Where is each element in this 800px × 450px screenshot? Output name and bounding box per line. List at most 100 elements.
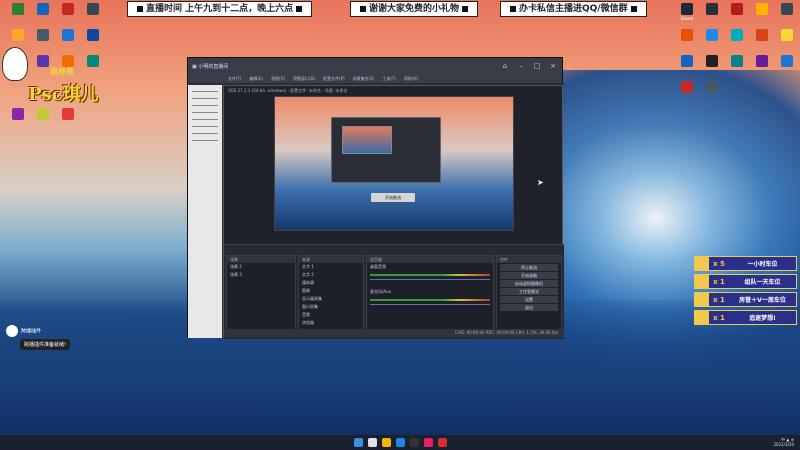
app-icon [706, 55, 718, 67]
banner-contact: 办卡私信主播进QQ/微信群 [500, 1, 647, 17]
banner-thanks: 谢谢大家免费的小礼物 [350, 1, 479, 17]
mixer-title: 混音器 [367, 256, 493, 263]
app-icon [37, 55, 49, 67]
controls-title: 控件 [497, 256, 561, 263]
start-stream-button[interactable]: 开始推流 [371, 193, 415, 202]
obs-menubar: 文件(F) 编辑(E) 视图(V) 停靠窗口(D) 配置文件(P) 场景集合(S… [188, 74, 562, 83]
nested-preview [331, 117, 441, 183]
task-row: x 5 一小时车位 [694, 256, 797, 271]
status-bar: LIVE: 00:00:00 REC: 00:00:00 CPU: 1.5%, … [224, 329, 564, 337]
home-icon[interactable]: ⌂ [500, 61, 510, 71]
source-item[interactable]: 窗口采集 [299, 303, 363, 311]
task-row: x 1 组队一天车位 [694, 274, 797, 289]
desktop-shortcut-icon[interactable] [53, 108, 83, 121]
app-icon [12, 29, 24, 41]
avatar [6, 325, 18, 337]
app-icon [87, 55, 99, 67]
task-count: x 1 [713, 295, 725, 304]
volume-slider[interactable] [370, 304, 490, 305]
taskbar: 中 ▲ ⊕ 2022/3/20 [0, 435, 800, 450]
obs-icon[interactable] [409, 438, 419, 447]
desktop-shortcut-icon[interactable] [78, 3, 108, 16]
source-item[interactable]: 浏览器 [299, 319, 363, 327]
obs-main: OBS 27.2.3 (64-bit, windows) - 配置文件: 未命名… [223, 85, 564, 339]
logo-subtitle: 雨林兽 [50, 67, 74, 76]
menu-profile[interactable]: 配置文件(P) [323, 76, 345, 82]
task-name: 一小时车位 [747, 261, 778, 268]
obs-window[interactable]: ▣ 小明的直播间 ⌂ – □ × 文件(F) 编辑(E) 视图(V) 停靠窗口(… [187, 57, 564, 339]
source-item[interactable]: 音频 [299, 311, 363, 319]
start-icon[interactable] [353, 438, 363, 447]
app-icon [756, 29, 768, 41]
desktop-shortcut-icon[interactable] [772, 29, 800, 42]
desktop-shortcut-icon[interactable] [78, 55, 108, 68]
sources-list: 文字 1 文字 2 媒体源 图像 显示器采集 窗口采集 音频 浏览器 [299, 263, 363, 327]
audio-meter [370, 274, 490, 276]
source-item[interactable]: 图像 [299, 287, 363, 295]
app-icon [87, 29, 99, 41]
task-count: x 1 [713, 277, 725, 286]
app-icon [706, 81, 718, 93]
source-item[interactable]: 文字 2 [299, 271, 363, 279]
source-item[interactable]: 显示器采集 [299, 295, 363, 303]
chat-overlay: 跨播插件 跨播插件准备就绪! [6, 325, 71, 350]
app-icon [706, 3, 718, 15]
stream-preview[interactable]: 开始推流 [274, 96, 514, 231]
maximize-button[interactable]: □ [532, 61, 542, 71]
control-button[interactable]: 启动虚拟摄像机 [500, 280, 558, 287]
control-button[interactable]: 设置 [500, 296, 558, 303]
desktop-shortcut-icon[interactable] [772, 3, 800, 16]
browser-icon[interactable] [395, 438, 405, 447]
task-icon [695, 311, 709, 324]
control-button[interactable]: 开始录制 [500, 272, 558, 279]
scenes-title: 场景 [227, 256, 295, 263]
scene-item[interactable]: 场景 2 [227, 263, 295, 271]
volume-slider[interactable] [370, 279, 490, 280]
scene-item[interactable]: 场景 3 [227, 271, 295, 279]
control-button[interactable]: 退出 [500, 304, 558, 311]
menu-tools[interactable]: 工具(T) [382, 76, 396, 82]
desktop-shortcut-icon[interactable] [697, 81, 727, 94]
desktop-shortcut-icon[interactable] [78, 29, 108, 42]
app-icon [681, 55, 693, 67]
controls-dock: 控件 停止推流 开始录制 启动虚拟摄像机 工作室模式 设置 退出 [496, 255, 562, 335]
app-icon [781, 3, 793, 15]
app-icon [62, 29, 74, 41]
menu-view[interactable]: 视图(V) [271, 76, 285, 82]
app-icon[interactable] [423, 438, 433, 447]
minimize-button[interactable]: – [516, 61, 526, 71]
source-item[interactable]: 媒体源 [299, 279, 363, 287]
app-icon[interactable] [437, 438, 447, 447]
chat-user: 跨播插件 [21, 328, 42, 335]
source-item[interactable]: 文字 1 [299, 263, 363, 271]
app-icon [781, 55, 793, 67]
menu-docks[interactable]: 停靠窗口(D) [293, 76, 315, 82]
app-icon [87, 3, 99, 15]
task-name: 房管＋V一周车位 [739, 297, 786, 304]
side-panel [188, 85, 222, 338]
task-icon [695, 293, 709, 306]
control-button[interactable]: 工作室模式 [500, 288, 558, 295]
folder-icon[interactable] [381, 438, 391, 447]
audio-meter [370, 299, 490, 301]
menu-file[interactable]: 文件(F) [228, 76, 241, 82]
control-button[interactable]: 停止推流 [500, 264, 558, 271]
banner-schedule: 直播时间 上午九到十二点，晚上六点 [127, 1, 313, 17]
app-icon [756, 55, 768, 67]
menu-scene-collection[interactable]: 场景集合(S) [353, 76, 375, 82]
menu-edit[interactable]: 编辑(E) [249, 76, 263, 82]
app-icon [37, 108, 49, 120]
obs-titlebar[interactable]: ▣ 小明的直播间 ⌂ – □ × [188, 58, 562, 74]
task-icon [695, 257, 709, 270]
task-name: 组队一天车位 [744, 279, 781, 286]
search-icon[interactable] [367, 438, 377, 447]
sources-dock: 来源 文字 1 文字 2 媒体源 图像 显示器采集 窗口采集 音频 浏览器 [298, 255, 364, 335]
streamer-logo: Psc琪儿 [28, 84, 99, 105]
system-tray[interactable]: 中 ▲ ⊕ 2022/3/20 [773, 437, 794, 447]
desktop-shortcut-icon[interactable] [772, 55, 800, 68]
mixer-dock: 混音器 桌面音频 麦克风/Aux [366, 255, 494, 335]
close-button[interactable]: × [548, 61, 558, 71]
banner-text: 谢谢大家免费的小礼物 [369, 4, 460, 14]
menu-help[interactable]: 帮助(H) [404, 76, 418, 82]
banner-text: 直播时间 上午九到十二点，晚上六点 [146, 4, 294, 14]
